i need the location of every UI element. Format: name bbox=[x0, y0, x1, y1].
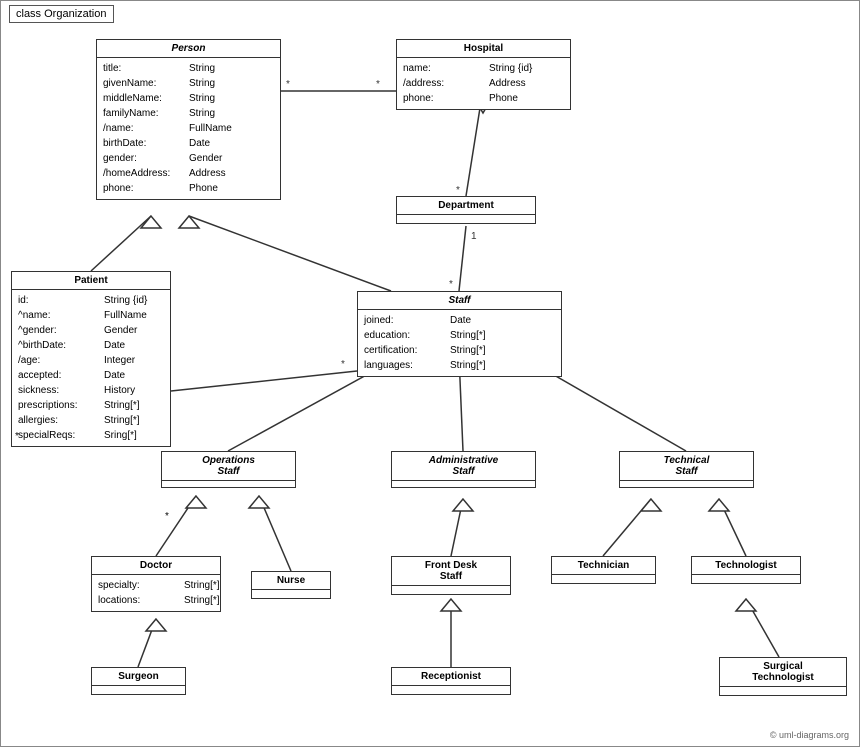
hospital-title: Hospital bbox=[397, 40, 570, 58]
technician-class: Technician bbox=[551, 556, 656, 584]
technical-staff-class: TechnicalStaff bbox=[619, 451, 754, 488]
staff-body: joined:Date education:String[*] certific… bbox=[358, 310, 561, 376]
nurse-class: Nurse bbox=[251, 571, 331, 599]
ops-multiplicity: * bbox=[165, 511, 169, 522]
technologist-title: Technologist bbox=[692, 557, 800, 575]
department-title: Department bbox=[397, 197, 535, 215]
front-desk-staff-title: Front DeskStaff bbox=[392, 557, 510, 586]
hospital-class: Hospital name:String {id} /address:Addre… bbox=[396, 39, 571, 110]
staff-class: Staff joined:Date education:String[*] ce… bbox=[357, 291, 562, 377]
receptionist-body bbox=[392, 686, 510, 694]
patient-multiplicity: * bbox=[15, 431, 19, 442]
svg-text:*: * bbox=[286, 79, 290, 90]
doctor-title: Doctor bbox=[92, 557, 220, 575]
diagram-container: class Organization 1 * 1 * * * * * bbox=[0, 0, 860, 747]
doctor-class: Doctor specialty:String[*] locations:Str… bbox=[91, 556, 221, 612]
technologist-class: Technologist bbox=[691, 556, 801, 584]
administrative-staff-class: AdministrativeStaff bbox=[391, 451, 536, 488]
nurse-body bbox=[252, 590, 330, 598]
surgeon-class: Surgeon bbox=[91, 667, 186, 695]
copyright: © uml-diagrams.org bbox=[770, 730, 849, 740]
technical-staff-title: TechnicalStaff bbox=[620, 452, 753, 481]
person-class: Person title:String givenName:String mid… bbox=[96, 39, 281, 200]
technician-title: Technician bbox=[552, 557, 655, 575]
person-body: title:String givenName:String middleName… bbox=[97, 58, 280, 199]
staff-title: Staff bbox=[358, 292, 561, 310]
svg-text:*: * bbox=[456, 185, 460, 196]
technical-staff-body bbox=[620, 481, 753, 487]
surgical-technologist-class: SurgicalTechnologist bbox=[719, 657, 847, 696]
patient-title: Patient bbox=[12, 272, 170, 290]
operations-staff-class: OperationsStaff bbox=[161, 451, 296, 488]
patient-body: id:String {id} ^name:FullName ^gender:Ge… bbox=[12, 290, 170, 446]
patient-class: Patient id:String {id} ^name:FullName ^g… bbox=[11, 271, 171, 447]
svg-text:*: * bbox=[341, 359, 345, 370]
surgeon-body bbox=[92, 686, 185, 694]
svg-text:1: 1 bbox=[471, 231, 477, 242]
svg-text:*: * bbox=[449, 279, 453, 290]
administrative-staff-body bbox=[392, 481, 535, 487]
nurse-title: Nurse bbox=[252, 572, 330, 590]
administrative-staff-title: AdministrativeStaff bbox=[392, 452, 535, 481]
front-desk-staff-class: Front DeskStaff bbox=[391, 556, 511, 595]
surgical-technologist-body bbox=[720, 687, 846, 695]
surgeon-title: Surgeon bbox=[92, 668, 185, 686]
svg-text:*: * bbox=[376, 79, 380, 90]
department-class: Department bbox=[396, 196, 536, 224]
receptionist-title: Receptionist bbox=[392, 668, 510, 686]
operations-staff-title: OperationsStaff bbox=[162, 452, 295, 481]
receptionist-class: Receptionist bbox=[391, 667, 511, 695]
technologist-body bbox=[692, 575, 800, 583]
doctor-body: specialty:String[*] locations:String[*] bbox=[92, 575, 220, 611]
hospital-body: name:String {id} /address:Address phone:… bbox=[397, 58, 570, 109]
department-body bbox=[397, 215, 535, 223]
front-desk-staff-body bbox=[392, 586, 510, 594]
operations-staff-body bbox=[162, 481, 295, 487]
surgical-technologist-title: SurgicalTechnologist bbox=[720, 658, 846, 687]
diagram-title: class Organization bbox=[9, 5, 114, 23]
person-title: Person bbox=[97, 40, 280, 58]
technician-body bbox=[552, 575, 655, 583]
